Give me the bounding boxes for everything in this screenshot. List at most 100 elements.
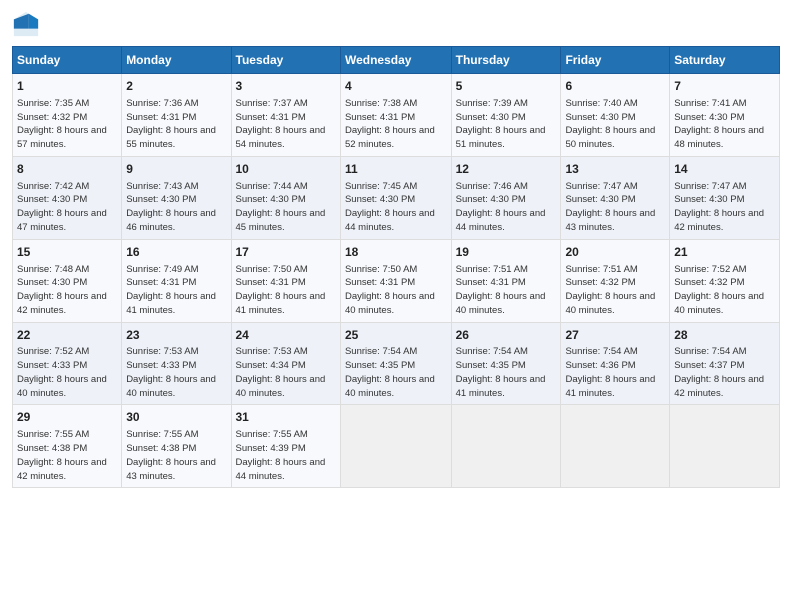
day-info: Sunrise: 7:36 AM Sunset: 4:31 PM Dayligh…	[126, 97, 226, 152]
day-number: 25	[345, 327, 447, 344]
day-info: Sunrise: 7:47 AM Sunset: 4:30 PM Dayligh…	[565, 180, 665, 235]
calendar-day-cell: 5 Sunrise: 7:39 AM Sunset: 4:30 PM Daylig…	[451, 74, 561, 157]
calendar-day-cell: 29 Sunrise: 7:55 AM Sunset: 4:38 PM Dayli…	[13, 405, 122, 488]
day-info: Sunrise: 7:52 AM Sunset: 4:33 PM Dayligh…	[17, 345, 117, 400]
calendar-day-cell	[561, 405, 670, 488]
day-info: Sunrise: 7:50 AM Sunset: 4:31 PM Dayligh…	[345, 263, 447, 318]
day-info: Sunrise: 7:53 AM Sunset: 4:34 PM Dayligh…	[236, 345, 336, 400]
day-info: Sunrise: 7:38 AM Sunset: 4:31 PM Dayligh…	[345, 97, 447, 152]
calendar-day-cell: 3 Sunrise: 7:37 AM Sunset: 4:31 PM Daylig…	[231, 74, 340, 157]
calendar-day-cell: 23Sunrise: 7:53 AM Sunset: 4:33 PM Dayli…	[122, 322, 231, 405]
day-info: Sunrise: 7:54 AM Sunset: 4:36 PM Dayligh…	[565, 345, 665, 400]
weekday-header: Thursday	[451, 47, 561, 74]
day-number: 14	[674, 161, 775, 178]
calendar-day-cell: 20 Sunrise: 7:51 AM Sunset: 4:32 PM Dayli…	[561, 239, 670, 322]
day-info: Sunrise: 7:37 AM Sunset: 4:31 PM Dayligh…	[236, 97, 336, 152]
calendar-header-row: SundayMondayTuesdayWednesdayThursdayFrid…	[13, 47, 780, 74]
logo	[12, 10, 44, 38]
day-number: 19	[456, 244, 557, 261]
day-number: 28	[674, 327, 775, 344]
calendar-week-row: 29 Sunrise: 7:55 AM Sunset: 4:38 PM Dayli…	[13, 405, 780, 488]
page-container: SundayMondayTuesdayWednesdayThursdayFrid…	[0, 0, 792, 498]
day-info: Sunrise: 7:47 AM Sunset: 4:30 PM Dayligh…	[674, 180, 775, 235]
calendar-day-cell: 15Sunrise: 7:48 AM Sunset: 4:30 PM Dayli…	[13, 239, 122, 322]
day-number: 12	[456, 161, 557, 178]
calendar-day-cell: 2 Sunrise: 7:36 AM Sunset: 4:31 PM Daylig…	[122, 74, 231, 157]
day-info: Sunrise: 7:45 AM Sunset: 4:30 PM Dayligh…	[345, 180, 447, 235]
calendar-day-cell: 14 Sunrise: 7:47 AM Sunset: 4:30 PM Dayli…	[670, 156, 780, 239]
day-info: Sunrise: 7:44 AM Sunset: 4:30 PM Dayligh…	[236, 180, 336, 235]
day-info: Sunrise: 7:55 AM Sunset: 4:39 PM Dayligh…	[236, 428, 336, 483]
calendar-day-cell: 30Sunrise: 7:55 AM Sunset: 4:38 PM Dayli…	[122, 405, 231, 488]
day-number: 2	[126, 78, 226, 95]
day-info: Sunrise: 7:55 AM Sunset: 4:38 PM Dayligh…	[17, 428, 117, 483]
weekday-header: Monday	[122, 47, 231, 74]
day-info: Sunrise: 7:53 AM Sunset: 4:33 PM Dayligh…	[126, 345, 226, 400]
calendar-day-cell	[340, 405, 451, 488]
calendar-day-cell: 11 Sunrise: 7:45 AM Sunset: 4:30 PM Dayli…	[340, 156, 451, 239]
day-info: Sunrise: 7:54 AM Sunset: 4:37 PM Dayligh…	[674, 345, 775, 400]
day-number: 3	[236, 78, 336, 95]
day-number: 21	[674, 244, 775, 261]
calendar-week-row: 15Sunrise: 7:48 AM Sunset: 4:30 PM Dayli…	[13, 239, 780, 322]
calendar-day-cell: 19 Sunrise: 7:51 AM Sunset: 4:31 PM Dayli…	[451, 239, 561, 322]
day-number: 15	[17, 244, 117, 261]
calendar-week-row: 8 Sunrise: 7:42 AM Sunset: 4:30 PM Daylig…	[13, 156, 780, 239]
day-number: 16	[126, 244, 226, 261]
day-info: Sunrise: 7:39 AM Sunset: 4:30 PM Dayligh…	[456, 97, 557, 152]
day-info: Sunrise: 7:35 AM Sunset: 4:32 PM Dayligh…	[17, 97, 117, 152]
day-number: 23	[126, 327, 226, 344]
day-info: Sunrise: 7:54 AM Sunset: 4:35 PM Dayligh…	[456, 345, 557, 400]
day-number: 7	[674, 78, 775, 95]
calendar-table: SundayMondayTuesdayWednesdayThursdayFrid…	[12, 46, 780, 488]
calendar-day-cell: 6 Sunrise: 7:40 AM Sunset: 4:30 PM Daylig…	[561, 74, 670, 157]
calendar-day-cell: 26Sunrise: 7:54 AM Sunset: 4:35 PM Dayli…	[451, 322, 561, 405]
calendar-day-cell: 31 Sunrise: 7:55 AM Sunset: 4:39 PM Dayli…	[231, 405, 340, 488]
calendar-day-cell: 12 Sunrise: 7:46 AM Sunset: 4:30 PM Dayli…	[451, 156, 561, 239]
calendar-day-cell: 17Sunrise: 7:50 AM Sunset: 4:31 PM Dayli…	[231, 239, 340, 322]
day-number: 13	[565, 161, 665, 178]
day-info: Sunrise: 7:46 AM Sunset: 4:30 PM Dayligh…	[456, 180, 557, 235]
calendar-day-cell: 1 Sunrise: 7:35 AM Sunset: 4:32 PM Daylig…	[13, 74, 122, 157]
weekday-header: Tuesday	[231, 47, 340, 74]
calendar-day-cell	[451, 405, 561, 488]
calendar-day-cell: 25Sunrise: 7:54 AM Sunset: 4:35 PM Dayli…	[340, 322, 451, 405]
calendar-day-cell: 18 Sunrise: 7:50 AM Sunset: 4:31 PM Dayli…	[340, 239, 451, 322]
calendar-day-cell: 8 Sunrise: 7:42 AM Sunset: 4:30 PM Daylig…	[13, 156, 122, 239]
calendar-day-cell	[670, 405, 780, 488]
day-number: 26	[456, 327, 557, 344]
day-number: 29	[17, 409, 117, 426]
day-info: Sunrise: 7:51 AM Sunset: 4:31 PM Dayligh…	[456, 263, 557, 318]
day-info: Sunrise: 7:40 AM Sunset: 4:30 PM Dayligh…	[565, 97, 665, 152]
day-info: Sunrise: 7:54 AM Sunset: 4:35 PM Dayligh…	[345, 345, 447, 400]
day-info: Sunrise: 7:51 AM Sunset: 4:32 PM Dayligh…	[565, 263, 665, 318]
day-number: 1	[17, 78, 117, 95]
logo-icon	[12, 10, 40, 38]
day-number: 24	[236, 327, 336, 344]
calendar-day-cell: 16 Sunrise: 7:49 AM Sunset: 4:31 PM Dayli…	[122, 239, 231, 322]
day-number: 27	[565, 327, 665, 344]
calendar-day-cell: 7Sunrise: 7:41 AM Sunset: 4:30 PM Daylig…	[670, 74, 780, 157]
day-info: Sunrise: 7:42 AM Sunset: 4:30 PM Dayligh…	[17, 180, 117, 235]
calendar-day-cell: 9 Sunrise: 7:43 AM Sunset: 4:30 PM Daylig…	[122, 156, 231, 239]
day-info: Sunrise: 7:49 AM Sunset: 4:31 PM Dayligh…	[126, 263, 226, 318]
day-number: 10	[236, 161, 336, 178]
weekday-header: Saturday	[670, 47, 780, 74]
calendar-day-cell: 22Sunrise: 7:52 AM Sunset: 4:33 PM Dayli…	[13, 322, 122, 405]
day-number: 31	[236, 409, 336, 426]
day-number: 5	[456, 78, 557, 95]
day-number: 6	[565, 78, 665, 95]
calendar-week-row: 22Sunrise: 7:52 AM Sunset: 4:33 PM Dayli…	[13, 322, 780, 405]
day-number: 8	[17, 161, 117, 178]
day-number: 18	[345, 244, 447, 261]
day-number: 22	[17, 327, 117, 344]
day-number: 20	[565, 244, 665, 261]
calendar-day-cell: 13 Sunrise: 7:47 AM Sunset: 4:30 PM Dayli…	[561, 156, 670, 239]
day-number: 11	[345, 161, 447, 178]
calendar-day-cell: 24Sunrise: 7:53 AM Sunset: 4:34 PM Dayli…	[231, 322, 340, 405]
day-info: Sunrise: 7:43 AM Sunset: 4:30 PM Dayligh…	[126, 180, 226, 235]
calendar-day-cell: 21Sunrise: 7:52 AM Sunset: 4:32 PM Dayli…	[670, 239, 780, 322]
calendar-day-cell: 4Sunrise: 7:38 AM Sunset: 4:31 PM Daylig…	[340, 74, 451, 157]
day-number: 9	[126, 161, 226, 178]
weekday-header: Wednesday	[340, 47, 451, 74]
